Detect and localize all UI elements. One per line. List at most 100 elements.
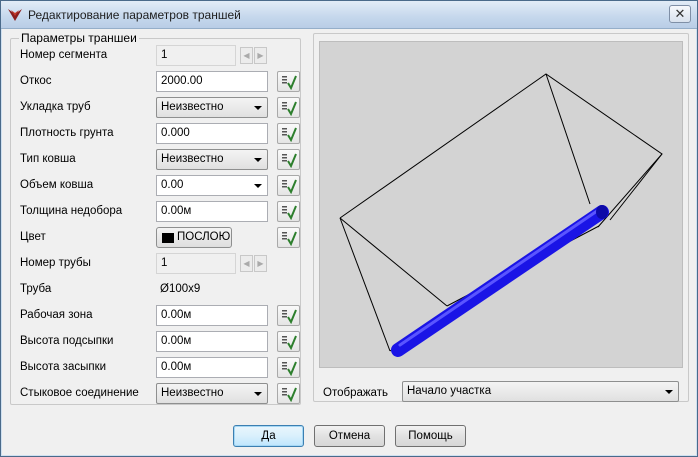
bucket-type-select[interactable]: Неизвестно [156,149,268,170]
soil-density-field[interactable]: 0.000 [156,123,268,144]
bedding-height-label: Высота подсыпки [20,335,114,347]
segment-number-label: Номер сегмента [20,49,108,61]
soil-density-pick-button[interactable] [277,123,300,144]
backfill-height-control: 0.00м [156,357,268,378]
bedding-height-pick-button[interactable] [277,331,300,352]
chevron-down-icon [254,392,262,396]
row-segment-number: Номер сегмента 1 ◀ ▶ [11,45,302,67]
segment-number-field[interactable]: 1 [156,45,236,66]
color-pick-button[interactable] [277,227,300,248]
display-select[interactable]: Начало участка [402,381,679,402]
row-pipe-number: Номер трубы 1 ◀ ▶ [11,253,302,275]
bucket-volume-label: Объем ковша [20,179,94,191]
trench-3d-preview[interactable] [319,41,683,368]
bucket-type-pick-button[interactable] [277,149,300,170]
chevron-down-icon [254,158,262,162]
bucket-type-value: Неизвестно [161,153,224,165]
pick-from-drawing-icon [282,153,297,168]
backfill-height-pick-button[interactable] [277,357,300,378]
work-zone-label: Рабочая зона [20,309,93,321]
soil-density-control: 0.000 [156,123,268,144]
slope-field[interactable]: 2000.00 [156,71,268,92]
pipe-laying-value: Неизвестно [161,101,224,113]
trench-wireframe [339,73,663,357]
butt-joint-control: Неизвестно [156,383,268,404]
pipe-laying-control: Неизвестно [156,97,268,118]
pick-from-drawing-icon [282,361,297,376]
title-bar[interactable]: Редактирование параметров траншей ✕ [1,1,697,29]
row-pipe-laying: Укладка труб Неизвестно [11,97,302,119]
pick-from-drawing-icon [282,205,297,220]
row-pipe: Труба Ø100x9 [11,279,302,301]
shortfall-thickness-pick-button[interactable] [277,201,300,222]
soil-density-label: Плотность грунта [20,127,114,139]
chevron-down-icon [254,106,262,110]
bucket-volume-pick-button[interactable] [277,175,300,196]
chevron-down-icon [665,390,673,394]
row-work-zone: Рабочая зона 0.00м [11,305,302,327]
spin-right-icon[interactable]: ▶ [254,47,267,64]
pick-from-drawing-icon [282,335,297,350]
pick-from-drawing-icon [282,75,297,90]
group-title: Параметры траншеи [19,31,139,45]
spin-left-icon[interactable]: ◀ [240,255,253,272]
pick-from-drawing-icon [282,387,297,402]
bedding-height-control: 0.00м [156,331,268,352]
row-slope: Откос 2000.00 [11,71,302,93]
dialog-body: Параметры траншеи Номер сегмента 1 ◀ ▶ О… [7,30,693,451]
pick-from-drawing-icon [282,231,297,246]
butt-joint-pick-button[interactable] [277,383,300,404]
bucket-type-control: Неизвестно [156,149,268,170]
butt-joint-select[interactable]: Неизвестно [156,383,268,404]
pipe-cylinder [391,205,609,357]
row-bucket-type: Тип ковша Неизвестно [11,149,302,171]
pipe-laying-label: Укладка труб [20,101,91,113]
help-button[interactable]: Помощь [395,425,466,447]
slope-control: 2000.00 [156,71,268,92]
shortfall-thickness-field[interactable]: 0.00м [156,201,268,222]
butt-joint-label: Стыковое соединение [20,387,139,399]
ok-button[interactable]: Да [233,425,304,447]
color-swatch [162,233,174,243]
preview-panel: Отображать Начало участка [313,33,689,402]
row-color: Цвет ПОСЛОЮ [11,227,302,249]
segment-number-control: 1 ◀ ▶ [156,45,267,66]
display-label: Отображать [323,387,388,399]
slope-label: Откос [20,75,52,87]
bedding-height-field[interactable]: 0.00м [156,331,268,352]
pipe-spinner[interactable]: ◀ ▶ [240,255,268,272]
pick-from-drawing-icon [282,309,297,324]
pipe-number-control: 1 ◀ ▶ [156,253,267,274]
pipe-label: Труба [20,283,52,295]
cancel-button[interactable]: Отмена [314,425,385,447]
backfill-height-label: Высота засыпки [20,361,107,373]
pick-from-drawing-icon [282,179,297,194]
segment-spinner[interactable]: ◀ ▶ [240,47,268,64]
color-value: ПОСЛОЮ [177,231,231,243]
color-control: ПОСЛОЮ [156,227,232,248]
chevron-down-icon [254,184,262,188]
row-shortfall-thickness: Толщина недобора 0.00м [11,201,302,223]
spin-right-icon[interactable]: ▶ [254,255,267,272]
close-button[interactable]: ✕ [669,5,691,23]
row-backfill-height: Высота засыпки 0.00м [11,357,302,379]
pipe-laying-pick-button[interactable] [277,97,300,118]
pipe-control: Ø100x9 [156,279,268,300]
backfill-height-field[interactable]: 0.00м [156,357,268,378]
bucket-volume-combo[interactable]: 0.00 [156,175,268,196]
slope-pick-button[interactable] [277,71,300,92]
bucket-volume-value: 0.00 [161,179,184,191]
work-zone-pick-button[interactable] [277,305,300,326]
wedge-logo-icon [8,9,22,21]
spin-left-icon[interactable]: ◀ [240,47,253,64]
window-title: Редактирование параметров траншей [28,8,241,22]
bucket-type-label: Тип ковша [20,153,76,165]
pick-from-drawing-icon [282,101,297,116]
dialog-window: Редактирование параметров траншей ✕ Пара… [0,0,698,457]
pipe-number-label: Номер трубы [20,257,91,269]
pipe-laying-select[interactable]: Неизвестно [156,97,268,118]
color-button[interactable]: ПОСЛОЮ [156,227,232,248]
close-icon: ✕ [674,6,686,21]
pipe-number-field[interactable]: 1 [156,253,236,274]
work-zone-field[interactable]: 0.00м [156,305,268,326]
